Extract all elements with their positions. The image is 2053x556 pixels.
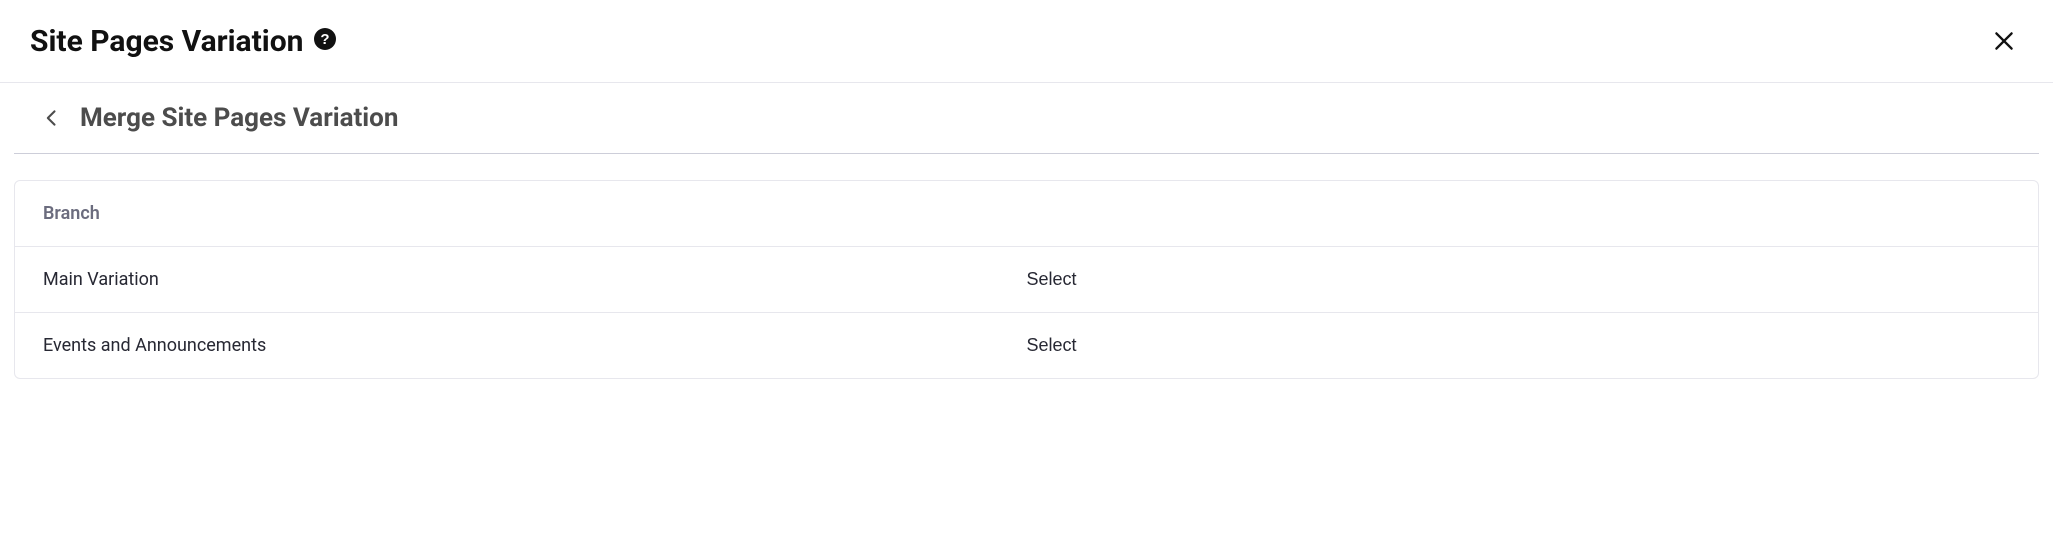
branch-name: Main Variation [43,269,1027,290]
select-button[interactable]: Select [1027,335,1077,356]
back-button[interactable] [38,104,66,132]
sub-header: Merge Site Pages Variation [14,83,2039,154]
modal-header: Site Pages Variation ? [0,0,2053,83]
branch-name: Events and Announcements [43,335,1027,356]
select-button[interactable]: Select [1027,269,1077,290]
content-area: Branch Main Variation Select Events and … [0,154,2053,379]
table-row: Events and Announcements Select [15,313,2038,378]
chevron-left-icon [42,108,62,128]
sub-title: Merge Site Pages Variation [80,103,398,133]
modal-title: Site Pages Variation [30,24,303,59]
panel-column-header: Branch [15,181,2038,247]
branch-action-cell: Select [1027,269,2011,290]
table-row: Main Variation Select [15,247,2038,313]
close-icon [1991,28,2017,54]
help-icon[interactable]: ? [313,27,337,55]
modal-title-wrap: Site Pages Variation ? [30,24,337,59]
close-button[interactable] [1985,22,2023,60]
svg-text:?: ? [321,31,330,48]
branch-panel: Branch Main Variation Select Events and … [14,180,2039,379]
branch-action-cell: Select [1027,335,2011,356]
